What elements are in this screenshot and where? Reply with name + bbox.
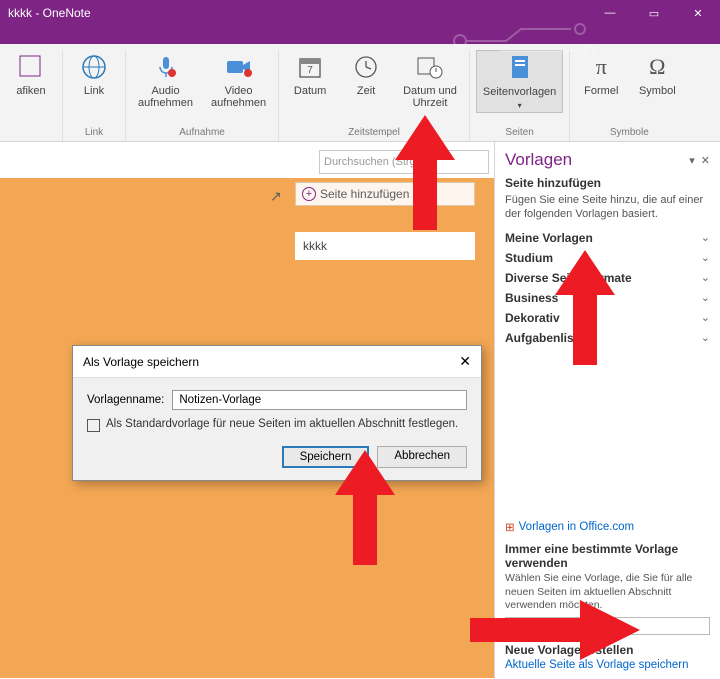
- always-template-title: Immer eine bestimmte Vorlage verwenden: [505, 542, 710, 570]
- ribbon-video[interactable]: Video aufnehmen: [205, 50, 272, 111]
- camera-icon: [224, 52, 254, 82]
- search-input[interactable]: Durchsuchen (Strg: [319, 150, 489, 174]
- ribbon-zeit[interactable]: Zeit: [341, 50, 391, 111]
- category-business[interactable]: Business⌄: [505, 288, 710, 308]
- chevron-down-icon: ⌄: [701, 271, 710, 284]
- ribbon-group-symbole: Symbole: [610, 127, 649, 141]
- ribbon-group-seiten: Seiten: [505, 127, 533, 141]
- chevron-down-icon: ⌄: [701, 231, 710, 244]
- ribbon-group-link: Link: [85, 127, 103, 141]
- pane-title: Vorlagen: [505, 150, 572, 170]
- ribbon-audio[interactable]: Audio aufnehmen: [132, 50, 199, 111]
- chevron-down-icon: ⌄: [701, 291, 710, 304]
- ribbon-group-zeitstempel: Zeitstempel: [348, 127, 400, 141]
- templates-pane: Vorlagen ▾ ✕ Seite hinzufügen Fügen Sie …: [494, 142, 720, 679]
- globe-icon: [79, 52, 109, 82]
- category-meine-vorlagen[interactable]: Meine Vorlagen⌄: [505, 228, 710, 248]
- chevron-down-icon: ▾: [518, 101, 522, 110]
- ribbon-datum[interactable]: 7 Datum: [285, 50, 335, 111]
- dialog-close-icon[interactable]: ✕: [459, 353, 471, 370]
- window-title: kkkk - OneNote: [8, 6, 91, 20]
- cancel-button[interactable]: Abbrechen: [377, 446, 467, 468]
- office-templates-link[interactable]: ⊞ Vorlagen in Office.com: [505, 520, 710, 534]
- save-button[interactable]: Speichern: [282, 446, 370, 468]
- expand-icon[interactable]: ↗: [270, 188, 282, 205]
- pane-close-icon[interactable]: ✕: [701, 154, 710, 167]
- category-aufgaben[interactable]: Aufgabenlisten⌄: [505, 328, 710, 348]
- category-dekorativ[interactable]: Dekorativ⌄: [505, 308, 710, 328]
- ribbon-afiken[interactable]: afiken: [6, 50, 56, 99]
- category-diverse[interactable]: Diverse Seitenformate⌄: [505, 268, 710, 288]
- pane-description: Fügen Sie eine Seite hinzu, die auf eine…: [505, 193, 710, 222]
- dialog-title: Als Vorlage speichern: [83, 355, 199, 369]
- chevron-down-icon: ⌄: [701, 331, 710, 344]
- table-icon: [16, 52, 46, 82]
- add-page-button[interactable]: + Seite hinzufügen: [295, 182, 475, 206]
- page-list-item[interactable]: kkkk: [295, 232, 475, 260]
- clock-icon: [351, 52, 381, 82]
- ribbon-decor: [0, 26, 720, 44]
- save-template-dialog: Als Vorlage speichern ✕ Vorlagenname: Al…: [72, 345, 482, 481]
- plus-icon: +: [302, 187, 316, 201]
- pane-subtitle: Seite hinzufügen: [505, 176, 710, 190]
- ribbon-link[interactable]: Link: [69, 50, 119, 99]
- pane-menu-icon[interactable]: ▾: [689, 154, 695, 167]
- chevron-down-icon: ⌄: [701, 311, 710, 324]
- default-template-select[interactable]: Keine Standardvorlage: [505, 617, 710, 635]
- ribbon-group-aufnahme: Aufnahme: [179, 127, 225, 141]
- new-template-title: Neue Vorlage erstellen: [505, 643, 710, 657]
- default-template-checkbox[interactable]: [87, 419, 100, 432]
- microphone-icon: [151, 52, 181, 82]
- save-current-as-template-link[interactable]: Aktuelle Seite als Vorlage speichern: [505, 659, 710, 671]
- default-template-checkbox-label: Als Standardvorlage für neue Seiten im a…: [106, 418, 458, 430]
- calendar-icon: 7: [295, 52, 325, 82]
- chevron-down-icon: ⌄: [701, 251, 710, 264]
- template-name-label: Vorlagenname:: [87, 394, 164, 406]
- always-template-desc: Wählen Sie eine Vorlage, die Sie für all…: [505, 572, 710, 613]
- category-studium[interactable]: Studium⌄: [505, 248, 710, 268]
- office-icon: ⊞: [505, 520, 515, 534]
- svg-text:7: 7: [307, 65, 313, 76]
- template-name-input[interactable]: [172, 390, 467, 410]
